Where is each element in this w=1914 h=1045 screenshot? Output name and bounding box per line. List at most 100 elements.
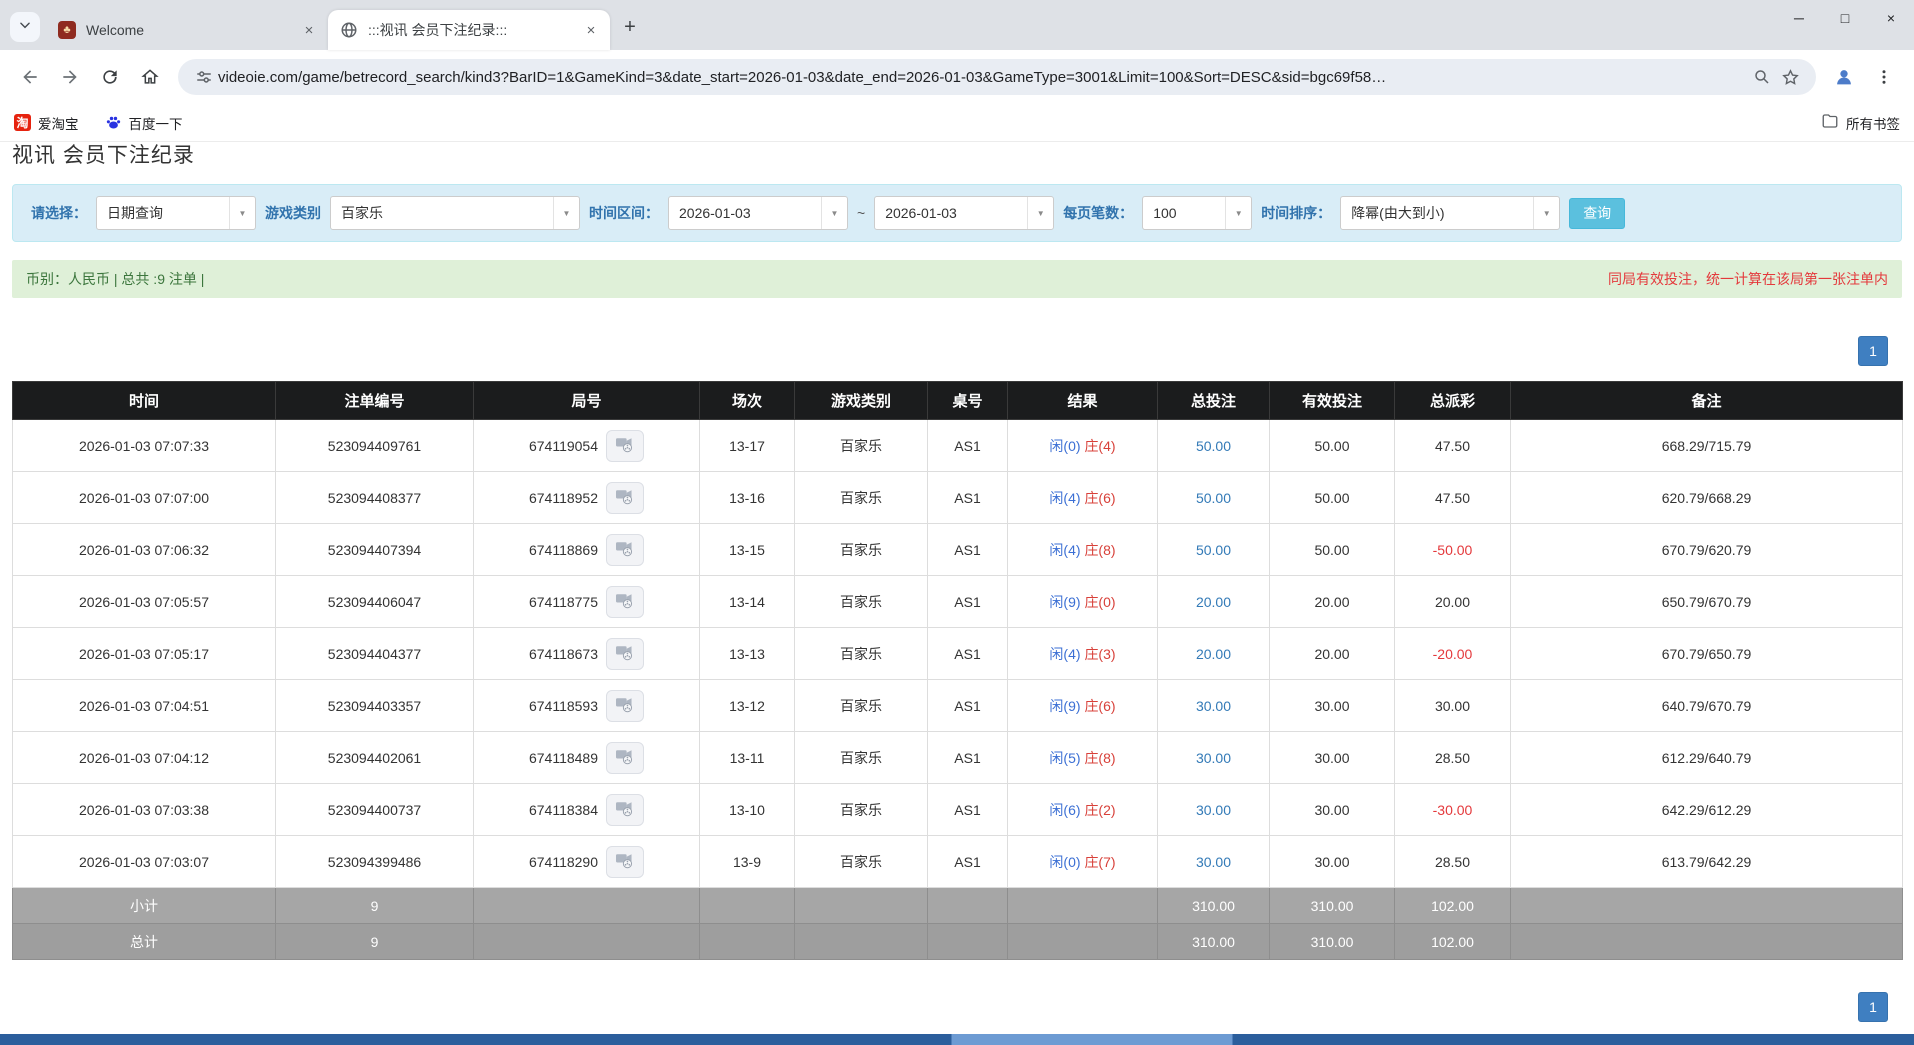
footer-session: [700, 924, 795, 960]
column-header: 备注: [1511, 382, 1903, 420]
video-replay-button[interactable]: [606, 586, 644, 618]
cell-total-bet: 30.00: [1158, 836, 1270, 888]
total-bet-link[interactable]: 20.00: [1196, 594, 1231, 610]
chevron-down-icon: ▼: [821, 197, 847, 229]
cell-total-bet: 50.00: [1158, 472, 1270, 524]
per-page-select[interactable]: 100 ▼: [1142, 196, 1252, 230]
page-1-button[interactable]: 1: [1858, 992, 1888, 1022]
time-sort-select[interactable]: 降幂(由大到小) ▼: [1340, 196, 1560, 230]
minimize-button[interactable]: ─: [1776, 0, 1822, 36]
video-replay-button[interactable]: [606, 482, 644, 514]
round-id-text: 674118869: [529, 542, 598, 558]
cell-bet-id: 523094408377: [276, 472, 474, 524]
result-player: 闲(0): [1049, 854, 1080, 870]
video-replay-button[interactable]: [606, 534, 644, 566]
total-bet-link[interactable]: 50.00: [1196, 438, 1231, 454]
column-header: 总投注: [1158, 382, 1270, 420]
bookmark-star-icon[interactable]: [1776, 63, 1804, 91]
bottom-footer-bar: [0, 1034, 1914, 1045]
cell-valid-bet: 50.00: [1270, 524, 1395, 576]
page-title: 视讯 会员下注纪录: [12, 144, 1902, 166]
page-1-button[interactable]: 1: [1858, 336, 1888, 366]
video-replay-button[interactable]: [606, 430, 644, 462]
total-bet-link[interactable]: 50.00: [1196, 490, 1231, 506]
bookmark-baidu[interactable]: 百度一下: [105, 113, 183, 133]
tab-welcome[interactable]: ♣ Welcome ×: [46, 10, 328, 50]
column-header: 注单编号: [276, 382, 474, 420]
close-tab-icon[interactable]: ×: [582, 21, 600, 39]
footer-game: [795, 888, 928, 924]
date-start-select[interactable]: 2026-01-03 ▼: [668, 196, 848, 230]
result-player: 闲(4): [1049, 646, 1080, 662]
cell-payout: 20.00: [1395, 576, 1511, 628]
table-row: 2026-01-03 07:05:57523094406047674118775…: [13, 576, 1903, 628]
bookmark-taobao[interactable]: 淘 爱淘宝: [14, 113, 79, 133]
date-end-select[interactable]: 2026-01-03 ▼: [874, 196, 1054, 230]
result-banker: 庄(2): [1084, 802, 1115, 818]
forward-button[interactable]: [53, 60, 87, 94]
cell-result: 闲(4) 庄(6): [1008, 472, 1158, 524]
video-replay-button[interactable]: [606, 846, 644, 878]
total-bet-link[interactable]: 20.00: [1196, 646, 1231, 662]
maximize-button[interactable]: □: [1822, 0, 1868, 36]
cell-time: 2026-01-03 07:03:38: [13, 784, 276, 836]
cell-session: 13-17: [700, 420, 795, 472]
cell-table-no: AS1: [928, 784, 1008, 836]
total-bet-link[interactable]: 50.00: [1196, 542, 1231, 558]
cell-game-kind: 百家乐: [795, 524, 928, 576]
reload-button[interactable]: [93, 60, 127, 94]
zoom-icon[interactable]: [1748, 63, 1776, 91]
search-button[interactable]: 查询: [1569, 198, 1625, 229]
footer-session: [700, 888, 795, 924]
cell-session: 13-15: [700, 524, 795, 576]
result-player: 闲(4): [1049, 542, 1080, 558]
url-text[interactable]: videoie.com/game/betrecord_search/kind3?…: [218, 69, 1748, 86]
video-replay-button[interactable]: [606, 638, 644, 670]
tab-search-button[interactable]: [10, 12, 40, 42]
home-button[interactable]: [133, 60, 167, 94]
pagination-bottom: 1: [12, 992, 1902, 1022]
site-settings-icon[interactable]: [190, 63, 218, 91]
footer-round: [474, 888, 700, 924]
query-type-select[interactable]: 日期查询 ▼: [96, 196, 256, 230]
select-type-label: 请选择：: [31, 203, 87, 223]
all-bookmarks-label: 所有书签: [1846, 113, 1900, 133]
column-header: 局号: [474, 382, 700, 420]
date-range-label: 时间区间：: [589, 203, 659, 223]
new-tab-button[interactable]: +: [616, 13, 644, 41]
tab-bet-record[interactable]: :::视讯 会员下注纪录::: ×: [328, 10, 610, 50]
all-bookmarks-button[interactable]: 所有书签: [1821, 112, 1900, 133]
bet-records-table: 时间注单编号局号场次游戏类别桌号结果总投注有效投注总派彩备注 2026-01-0…: [12, 381, 1903, 960]
menu-icon[interactable]: [1867, 60, 1901, 94]
game-kind-select[interactable]: 百家乐 ▼: [330, 196, 580, 230]
close-window-button[interactable]: ×: [1868, 0, 1914, 36]
cell-table-no: AS1: [928, 732, 1008, 784]
bookmark-label: 百度一下: [129, 113, 183, 133]
cell-payout: 30.00: [1395, 680, 1511, 732]
total-bet-link[interactable]: 30.00: [1196, 802, 1231, 818]
footer-remark: [1511, 924, 1903, 960]
cell-round-id: 674118290: [474, 836, 700, 888]
close-tab-icon[interactable]: ×: [300, 21, 318, 39]
video-replay-button[interactable]: [606, 690, 644, 722]
total-bet-link[interactable]: 30.00: [1196, 750, 1231, 766]
result-banker: 庄(8): [1084, 542, 1115, 558]
cell-result: 闲(4) 庄(3): [1008, 628, 1158, 680]
total-bet-link[interactable]: 30.00: [1196, 698, 1231, 714]
column-header: 时间: [13, 382, 276, 420]
cell-total-bet: 30.00: [1158, 784, 1270, 836]
cell-time: 2026-01-03 07:05:17: [13, 628, 276, 680]
video-replay-button[interactable]: [606, 794, 644, 826]
cell-valid-bet: 50.00: [1270, 420, 1395, 472]
footer-total-bet: 310.00: [1158, 888, 1270, 924]
address-bar[interactable]: videoie.com/game/betrecord_search/kind3?…: [178, 59, 1816, 95]
back-button[interactable]: [13, 60, 47, 94]
profile-icon[interactable]: [1827, 60, 1861, 94]
total-bet-link[interactable]: 30.00: [1196, 854, 1231, 870]
page-content: 视讯 会员下注纪录 请选择： 日期查询 ▼ 游戏类别 百家乐 ▼ 时间区间： 2…: [0, 142, 1914, 1045]
footer-round: [474, 924, 700, 960]
cell-valid-bet: 30.00: [1270, 732, 1395, 784]
video-replay-button[interactable]: [606, 742, 644, 774]
result-banker: 庄(8): [1084, 750, 1115, 766]
chevron-down-icon: ▼: [1533, 197, 1559, 229]
